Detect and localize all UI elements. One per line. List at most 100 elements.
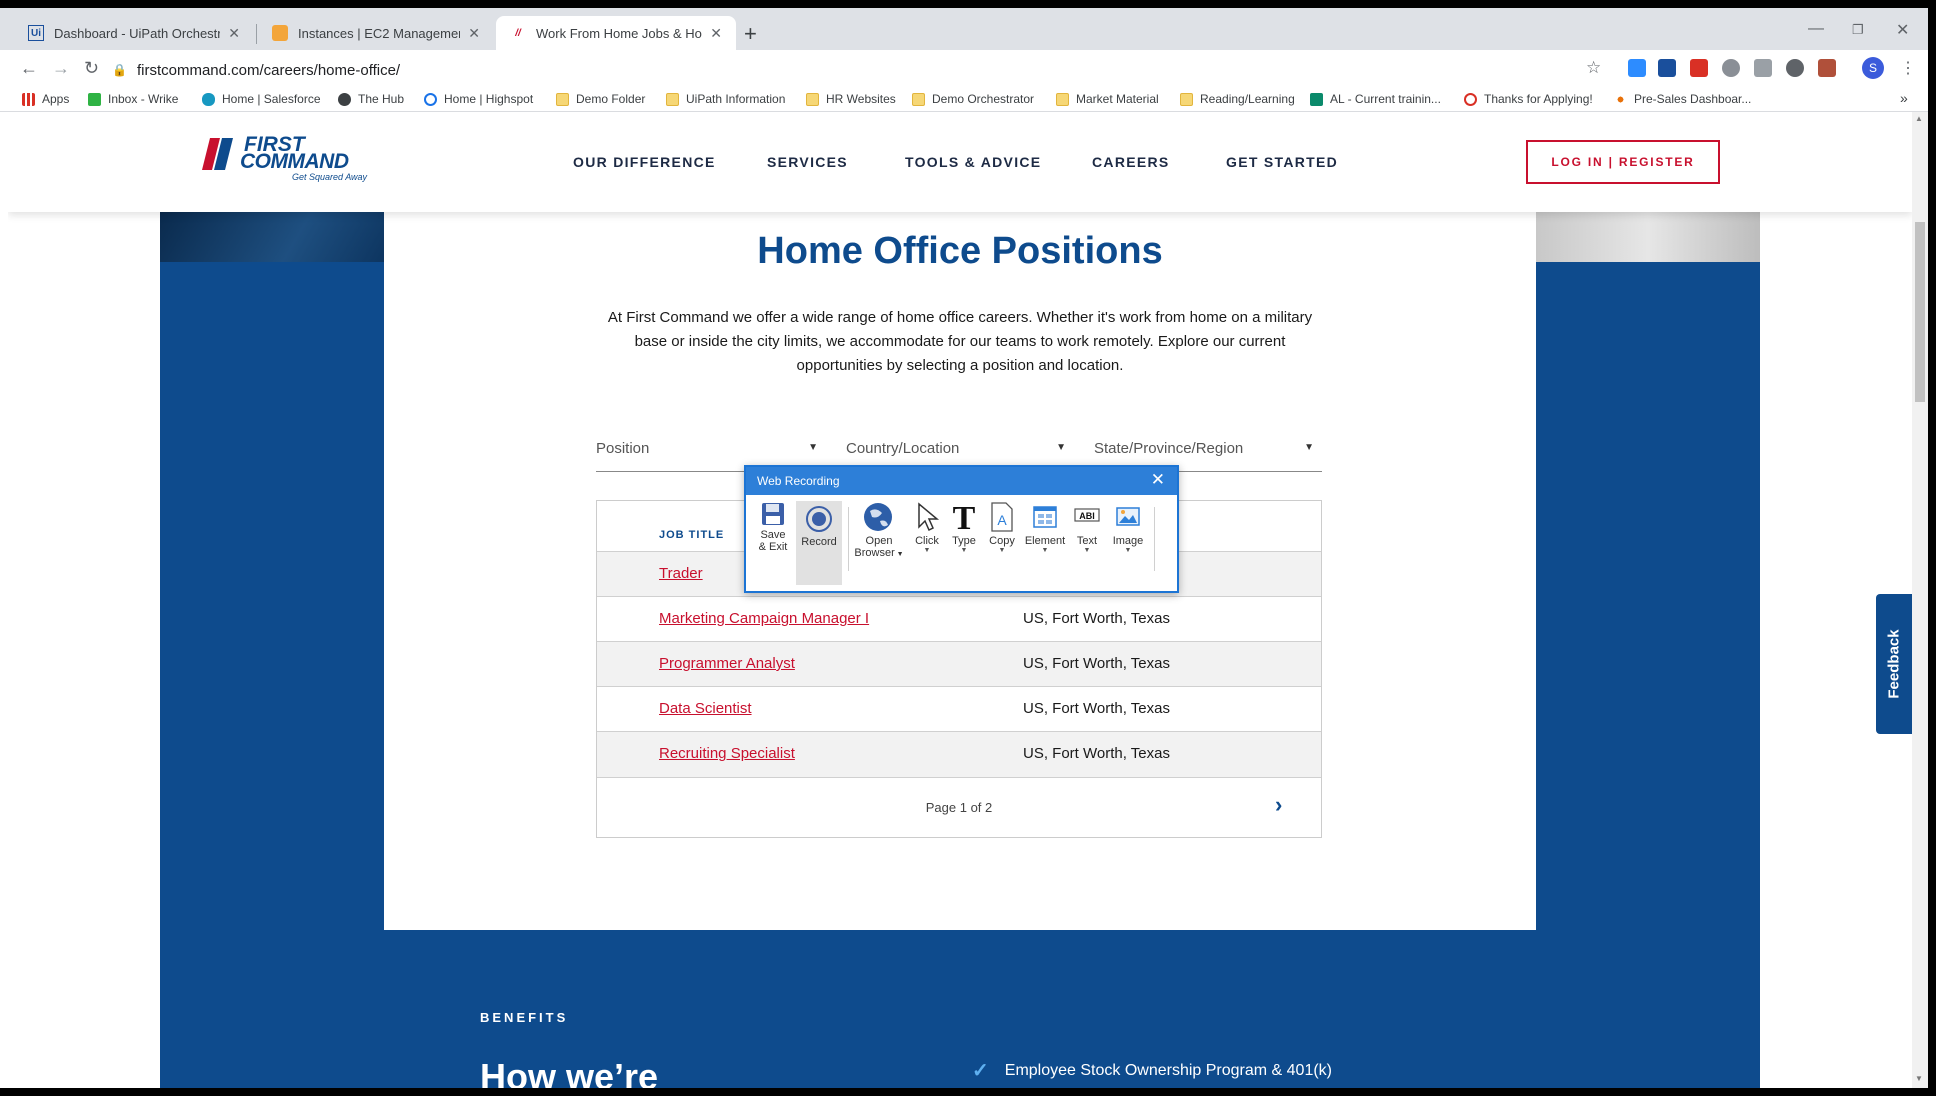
folder-icon: [912, 92, 925, 106]
dropdown-caret-icon: ▼: [1124, 547, 1132, 554]
cursor-arrow-icon: [918, 502, 940, 532]
page-viewport: FIRST COMMAND Get Squared Away OUR DIFFE…: [8, 112, 1912, 1088]
bookmark-thanks-applying[interactable]: Thanks for Applying!: [1464, 92, 1593, 106]
filter-label: Position: [596, 440, 650, 457]
nav-tools-advice[interactable]: TOOLS & ADVICE: [905, 154, 1041, 170]
window-right-edge: [1928, 8, 1936, 1088]
job-link-data-scientist[interactable]: Data Scientist: [659, 700, 752, 717]
web-recording-title: Web Recording: [757, 474, 840, 488]
click-button[interactable]: Click ▼: [910, 501, 944, 585]
bookmark-uipath-information[interactable]: UiPath Information: [666, 92, 785, 106]
close-tab-icon[interactable]: ✕: [468, 25, 480, 42]
bookmark-demo-folder[interactable]: Demo Folder: [556, 92, 645, 106]
bookmark-hr-websites[interactable]: HR Websites: [806, 92, 896, 106]
close-tab-icon[interactable]: ✕: [710, 25, 722, 42]
logo-tagline: Get Squared Away: [292, 172, 368, 182]
cloud-extension-icon[interactable]: [1722, 59, 1740, 77]
uipath-extension-icon[interactable]: [1658, 59, 1676, 77]
pdf-extension-icon[interactable]: [1690, 59, 1708, 77]
bookmark-wrike[interactable]: Inbox - Wrike: [88, 92, 178, 106]
apps-grid-icon: [22, 92, 35, 106]
lock-icon: 🔒: [112, 63, 127, 77]
doc-extension-icon[interactable]: [1754, 59, 1772, 77]
tab-ec2-instances[interactable]: Instances | EC2 Management Con ✕: [258, 16, 494, 50]
firstcommand-icon: //: [515, 27, 521, 39]
nav-our-difference[interactable]: OUR DIFFERENCE: [573, 154, 716, 170]
restore-icon[interactable]: ❐: [1852, 22, 1864, 38]
close-tab-icon[interactable]: ✕: [228, 25, 240, 42]
login-register-button[interactable]: LOG IN | REGISTER: [1526, 140, 1720, 184]
type-button[interactable]: T Type ▼: [946, 501, 982, 585]
svg-text:ABI: ABI: [1079, 511, 1095, 521]
profile-avatar[interactable]: S: [1862, 57, 1884, 79]
url-text: firstcommand.com/careers/home-office/: [136, 61, 401, 79]
bookmarks-bar: Apps Inbox - Wrike Home | Salesforce The…: [0, 88, 1936, 112]
address-bar[interactable]: 🔒 firstcommand.com/careers/home-office/: [112, 55, 1602, 85]
record-icon: [806, 506, 832, 532]
tab-uipath-orchestrator[interactable]: Ui Dashboard - UiPath Orchestrator ✕: [14, 16, 254, 50]
job-link-programmer-analyst[interactable]: Programmer Analyst: [659, 655, 795, 672]
web-recording-titlebar[interactable]: Web Recording ✕: [746, 467, 1177, 495]
benefits-heading: How we’re: [480, 1056, 659, 1088]
bookmark-presales-dashboard[interactable]: Pre-Sales Dashboar...: [1614, 92, 1751, 106]
job-link-trader[interactable]: Trader: [659, 565, 703, 582]
image-button[interactable]: Image ▼: [1106, 501, 1150, 585]
filter-label: State/Province/Region: [1094, 440, 1244, 457]
scrollbar-thumb[interactable]: [1915, 222, 1925, 402]
page-scrollbar[interactable]: ▲ ▼: [1912, 112, 1928, 1088]
highspot-icon: [424, 92, 437, 106]
bookmark-salesforce[interactable]: Home | Salesforce: [202, 92, 321, 106]
menu-kebab-icon[interactable]: ⋮: [1900, 58, 1916, 78]
circle-extension-icon[interactable]: [1786, 59, 1804, 77]
job-link-marketing-campaign-manager[interactable]: Marketing Campaign Manager I: [659, 610, 869, 627]
benefit-item: ✓ Employee Stock Ownership Program & 401…: [972, 1058, 1332, 1083]
close-icon[interactable]: ✕: [1151, 470, 1165, 490]
bookmark-the-hub[interactable]: The Hub: [338, 92, 404, 106]
nav-get-started[interactable]: GET STARTED: [1226, 154, 1338, 170]
dashboard-icon: [1614, 92, 1627, 106]
first-command-logo[interactable]: FIRST COMMAND Get Squared Away: [200, 134, 390, 186]
job-link-recruiting-specialist[interactable]: Recruiting Specialist: [659, 745, 795, 762]
text-button[interactable]: ABI Text ▼: [1070, 501, 1104, 585]
minimize-icon[interactable]: —: [1808, 20, 1824, 38]
bookmark-al-training[interactable]: AL - Current trainin...: [1310, 92, 1441, 106]
tab-work-from-home[interactable]: // Work From Home Jobs & Home ✕: [496, 16, 736, 50]
bookmark-star-icon[interactable]: ☆: [1586, 58, 1601, 78]
svg-text:T: T: [953, 501, 976, 533]
bookmarks-overflow-button[interactable]: »: [1900, 90, 1908, 106]
bookmark-market-material[interactable]: Market Material: [1056, 92, 1159, 106]
element-button[interactable]: Element ▼: [1022, 501, 1068, 585]
zoom-extension-icon[interactable]: [1628, 59, 1646, 77]
new-tab-button[interactable]: +: [744, 21, 757, 47]
feedback-tab-button[interactable]: Feedback: [1876, 594, 1912, 734]
nav-careers[interactable]: CAREERS: [1092, 154, 1170, 170]
next-page-chevron-icon[interactable]: ›: [1275, 792, 1282, 818]
hero-photo-right: [1536, 212, 1760, 262]
nav-services[interactable]: SERVICES: [767, 154, 848, 170]
record-button[interactable]: Record: [796, 501, 842, 585]
forward-arrow-icon[interactable]: →: [52, 58, 70, 79]
bookmark-highspot[interactable]: Home | Highspot: [424, 92, 533, 106]
reload-icon[interactable]: ↻: [84, 58, 99, 79]
back-arrow-icon[interactable]: ←: [20, 58, 38, 79]
save-exit-button[interactable]: Save & Exit: [754, 501, 792, 585]
browser-tab-strip: Ui Dashboard - UiPath Orchestrator ✕ Ins…: [0, 8, 1936, 50]
dropdown-caret-icon: ▼: [1083, 547, 1091, 554]
open-browser-button[interactable]: Open Browser ▼: [852, 501, 906, 585]
folder-icon: [666, 92, 679, 106]
table-row: Programmer Analyst US, Fort Worth, Texas: [597, 641, 1321, 686]
bookmark-reading-learning[interactable]: Reading/Learning: [1180, 92, 1295, 106]
scroll-up-arrow-icon[interactable]: ▲: [1915, 114, 1923, 123]
checkmark-icon: ✓: [972, 1060, 989, 1082]
logo-command: COMMAND: [240, 150, 349, 173]
scroll-down-arrow-icon[interactable]: ▼: [1915, 1074, 1923, 1083]
folder-icon: [556, 92, 569, 106]
aws-icon: [272, 25, 288, 41]
acrobat-extension-icon[interactable]: [1818, 59, 1836, 77]
bookmark-demo-orchestrator[interactable]: Demo Orchestrator: [912, 92, 1034, 106]
window-close-icon[interactable]: ✕: [1896, 20, 1909, 40]
caret-down-icon: ▼: [1304, 442, 1314, 453]
tab-title: Instances | EC2 Management Con: [298, 25, 460, 41]
bookmark-apps[interactable]: Apps: [22, 92, 69, 106]
copy-button[interactable]: A Copy ▼: [984, 501, 1020, 585]
